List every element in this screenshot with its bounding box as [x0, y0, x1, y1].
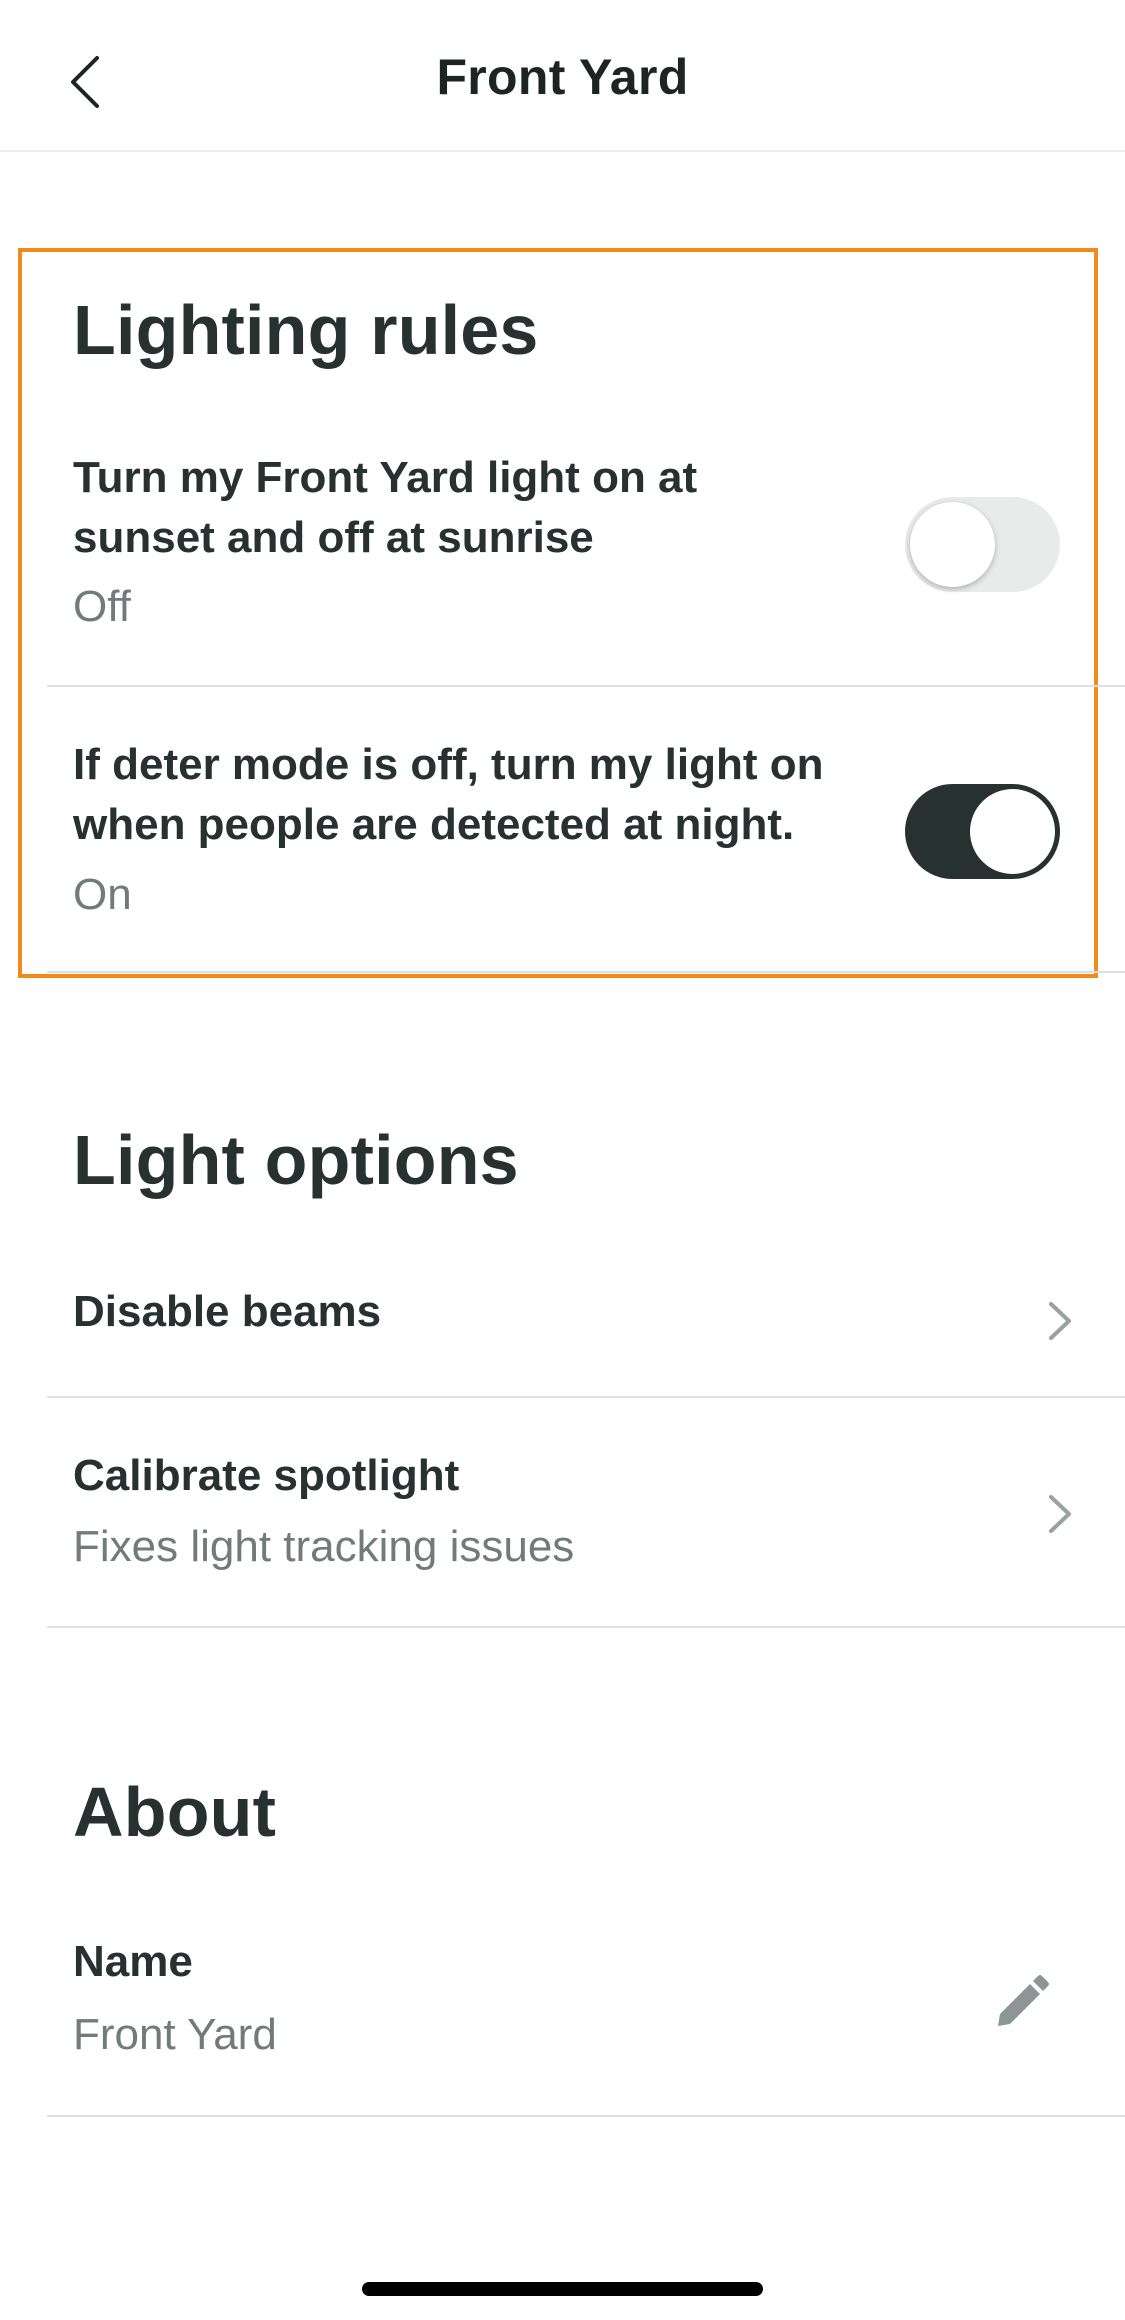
calibrate-spotlight-row[interactable]: Calibrate spotlight Fixes light tracking…	[0, 1398, 1125, 1626]
chevron-right-icon	[1049, 1495, 1071, 1533]
divider	[47, 685, 1125, 687]
toggle-knob	[970, 789, 1055, 874]
rule-deter-title-line2: when people are detected at night.	[73, 800, 795, 849]
section-title-about: About	[73, 1773, 277, 1851]
nav-header: Front Yard	[0, 0, 1125, 152]
disable-beams-label: Disable beams	[73, 1287, 382, 1336]
name-value: Front Yard	[73, 2010, 277, 2059]
home-indicator[interactable]	[362, 2282, 763, 2296]
calibrate-spotlight-label: Calibrate spotlight	[73, 1451, 460, 1500]
rule-deter-title-line1: If deter mode is off, turn my light on	[73, 740, 824, 789]
rule-sunset-title-line2: sunset and off at sunrise	[73, 513, 594, 562]
divider	[47, 2115, 1125, 2117]
rule-sunset-toggle[interactable]	[905, 497, 1060, 592]
section-title-lighting-rules: Lighting rules	[73, 291, 539, 369]
pencil-icon[interactable]	[992, 1972, 1052, 2032]
rule-deter-status: On	[73, 870, 132, 919]
rule-sunset-title-line1: Turn my Front Yard light on at	[73, 453, 698, 502]
page-title: Front Yard	[436, 49, 689, 105]
toggle-knob	[910, 502, 995, 587]
calibrate-spotlight-subtitle: Fixes light tracking issues	[73, 1522, 575, 1571]
rule-deter-toggle[interactable]	[905, 784, 1060, 879]
section-title-light-options: Light options	[73, 1121, 519, 1199]
divider	[47, 971, 1125, 973]
chevron-right-icon	[1049, 1302, 1071, 1340]
name-label: Name	[73, 1937, 193, 1986]
disable-beams-row[interactable]: Disable beams	[0, 1240, 1125, 1395]
rule-sunset-status: Off	[73, 582, 131, 631]
divider	[47, 1626, 1125, 1628]
